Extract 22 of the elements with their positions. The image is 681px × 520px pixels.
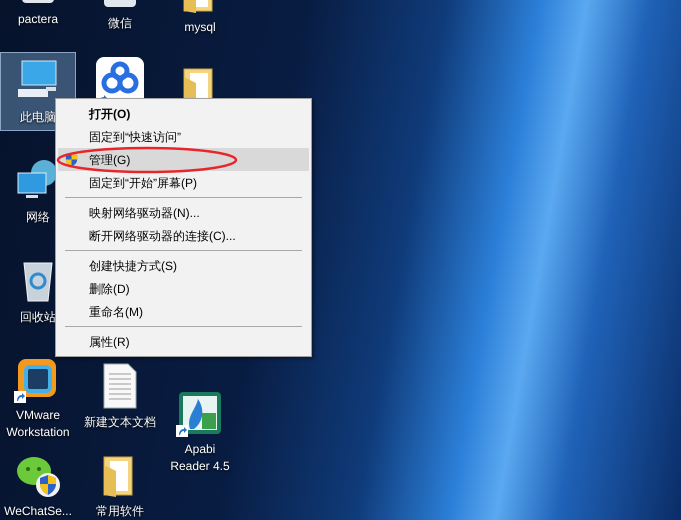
icon-label: 此电脑	[20, 109, 56, 126]
desktop-icon[interactable]: 微信	[82, 0, 158, 37]
icon-label: 微信	[108, 15, 132, 32]
icon-label: 网络	[26, 209, 50, 226]
desktop-icon[interactable]: 常用软件	[82, 446, 158, 520]
icon-label: Apabi Reader 4.5	[169, 441, 231, 475]
icon-label: mysql	[184, 19, 216, 36]
desktop-icon[interactable]: WeChatSe...	[0, 446, 76, 520]
icon-label: VMware Workstation	[5, 407, 71, 441]
icon-label: 回收站	[20, 309, 56, 326]
icon-label: 新建文本文档	[84, 414, 156, 431]
desktop-icon[interactable]: VMware Workstation	[0, 350, 76, 446]
icon-label: pactera	[18, 11, 58, 28]
icon-label: WeChatSe...	[4, 503, 72, 520]
menu-item[interactable]: 属性(R)	[58, 330, 309, 353]
desktop-icon[interactable]: mysql	[162, 0, 238, 41]
reader-app-icon	[176, 389, 224, 437]
desktop-icon[interactable]: Apabi Reader 4.5	[162, 384, 238, 480]
desktop-icon[interactable]: pactera	[0, 0, 76, 33]
desktop-icon[interactable]: 新建文本文档	[82, 357, 158, 436]
shield-icon	[64, 152, 79, 167]
icon-label: 常用软件	[96, 503, 144, 520]
